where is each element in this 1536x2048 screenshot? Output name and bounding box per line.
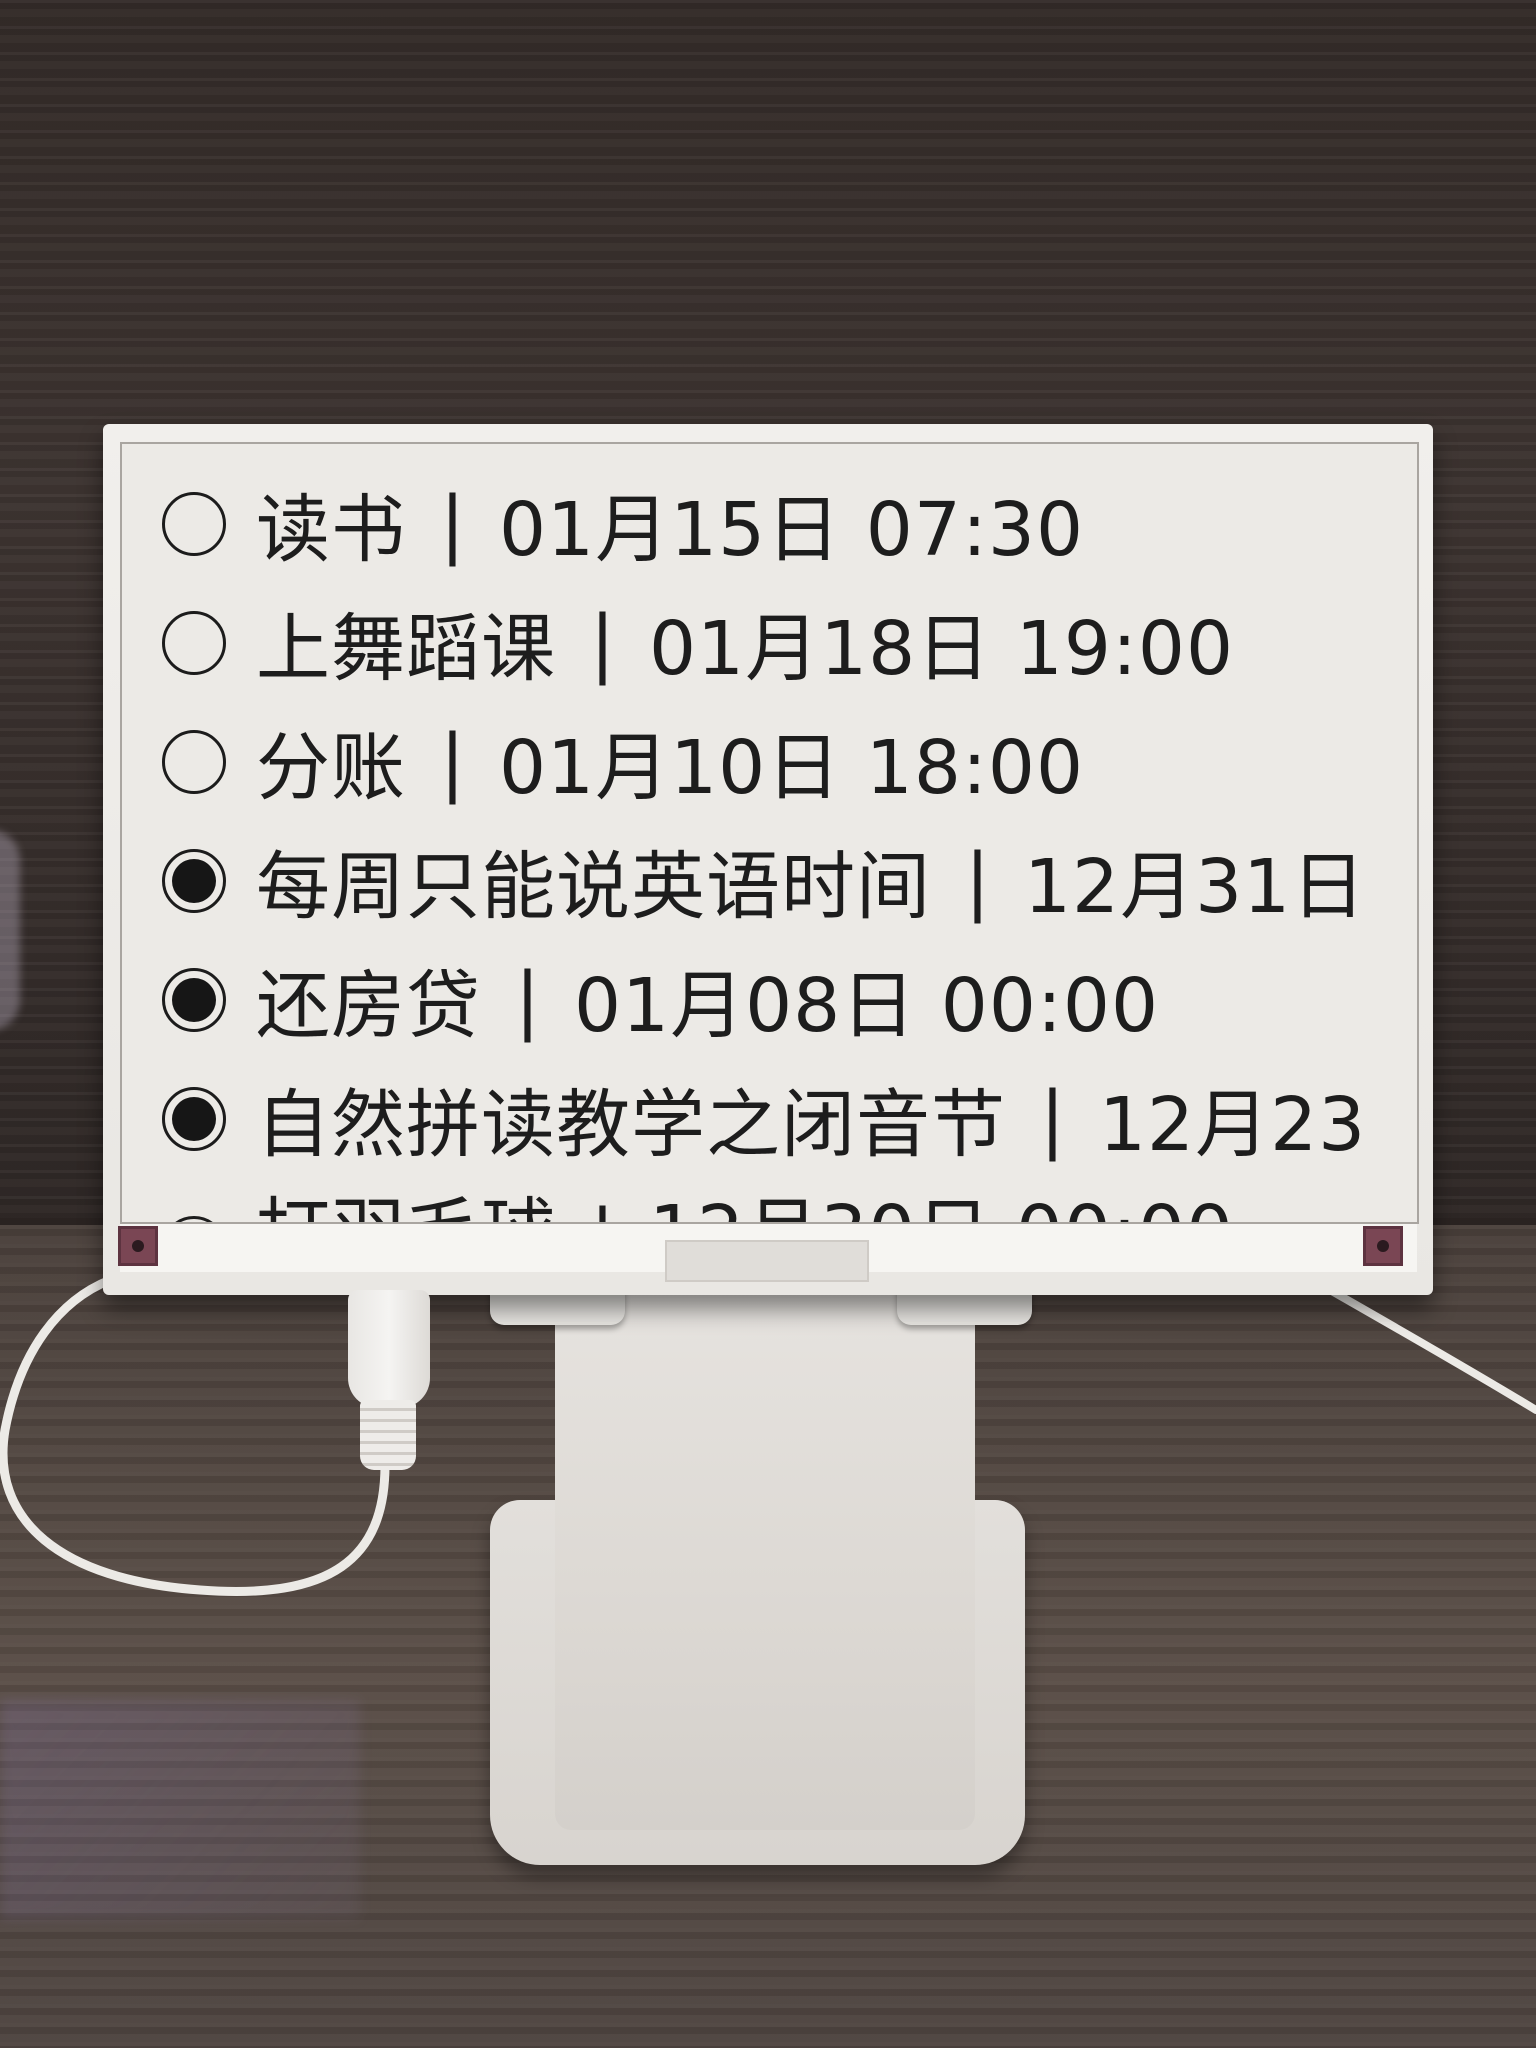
todo-title: 上舞蹈课 [256,606,556,692]
todo-date: 01月18日 19:00 [648,606,1235,692]
todo-title: 自然拼读教学之闭音节 [256,1082,1006,1168]
todo-date: 12月31日 [1023,844,1367,930]
todo-item[interactable]: 自然拼读教学之闭音节 | 12月23 [162,1059,1417,1178]
separator: | [1040,1075,1065,1162]
stand-neck [555,1290,975,1830]
todo-item[interactable]: 上舞蹈课 | 01月18日 19:00 [162,583,1417,702]
todo-item[interactable]: 分账 | 01月10日 18:00 [162,702,1417,821]
todo-item[interactable]: 每周只能说英语时间 | 12月31日 [162,821,1417,940]
usb-plug-strain-relief [360,1400,416,1470]
usb-plug [348,1290,430,1408]
contact-pad-right [1363,1226,1403,1266]
todo-item[interactable]: 打羽毛球 | 12月30日 00:00 [162,1178,1417,1222]
todo-title: 打羽毛球 [256,1173,556,1222]
eink-screen: 读书 | 01月15日 07:30 上舞蹈课 | 01月18日 19:00 分账… [120,442,1419,1224]
todo-date: 01月15日 07:30 [498,487,1085,573]
fpc-connector [665,1240,869,1282]
contact-pad-left [118,1226,158,1266]
empty-circle-icon[interactable] [162,491,226,556]
todo-item[interactable]: 读书 | 01月15日 07:30 [162,464,1417,583]
separator: | [590,1194,615,1222]
todo-date: 12月30日 00:00 [649,1173,1234,1222]
filled-circle-icon[interactable] [162,1086,226,1151]
todo-title: 读书 [256,487,406,573]
todo-date: 01月10日 18:00 [498,725,1085,811]
separator: | [965,837,990,924]
empty-circle-icon[interactable] [162,610,226,675]
todo-title: 还房贷 [256,963,481,1049]
filled-circle-icon[interactable] [162,848,226,913]
todo-item[interactable]: 还房贷 | 01月08日 00:00 [162,940,1417,1059]
empty-circle-icon[interactable] [162,729,226,794]
separator: | [440,718,465,805]
todo-date: 12月23 [1098,1082,1367,1168]
todo-title: 每周只能说英语时间 [256,844,931,930]
todo-title: 分账 [256,725,406,811]
filled-circle-icon[interactable] [162,1216,226,1222]
separator: | [440,480,465,567]
separator: | [515,956,540,1043]
todo-date: 01月08日 00:00 [573,963,1160,1049]
filled-circle-icon[interactable] [162,967,226,1032]
separator: | [590,599,615,686]
todo-list: 读书 | 01月15日 07:30 上舞蹈课 | 01月18日 19:00 分账… [162,464,1417,1222]
